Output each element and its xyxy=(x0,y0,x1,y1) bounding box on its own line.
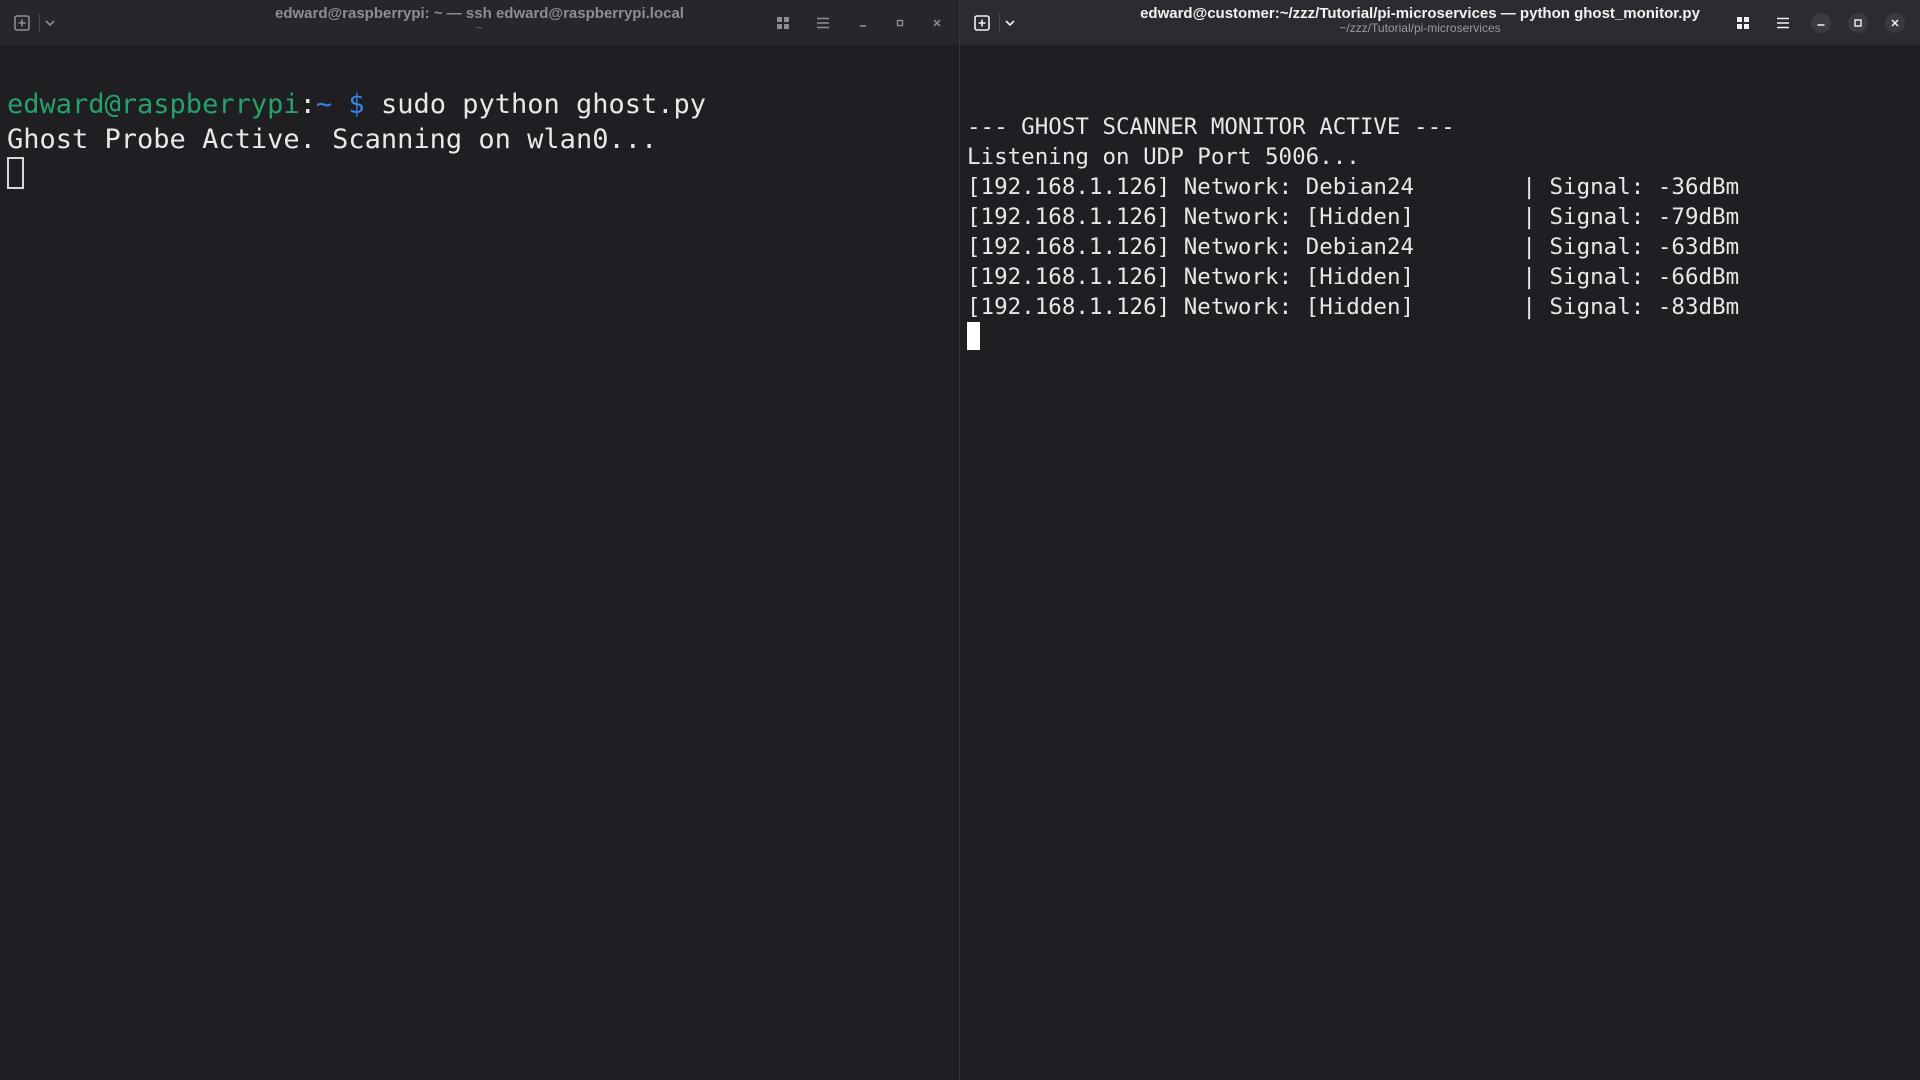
scan-row-signal: | Signal: -83dBm xyxy=(1522,294,1740,320)
output-line: Ghost Probe Active. Scanning on wlan0... xyxy=(7,124,658,155)
scan-row: [192.168.1.126] Network: Debian24 | Sign… xyxy=(967,232,1916,262)
window-title-main: edward@raspberrypi: ~ — ssh edward@raspb… xyxy=(275,5,684,22)
close-icon[interactable] xyxy=(1883,11,1907,35)
monitor-header: --- GHOST SCANNER MONITOR ACTIVE --- xyxy=(967,114,1455,140)
scan-row: [192.168.1.126] Network: Debian24 | Sign… xyxy=(967,172,1916,202)
grid-icon[interactable] xyxy=(771,11,795,35)
window-title-sub: ~/zzz/Tutorial/pi-microservices xyxy=(1339,21,1501,36)
prompt-user: edward@raspberrypi xyxy=(7,89,300,120)
scan-row-network: Network: [Hidden] xyxy=(1183,204,1509,230)
terminal-cursor xyxy=(967,322,980,350)
menu-icon[interactable] xyxy=(811,11,835,35)
scan-row-ip: [192.168.1.126] xyxy=(967,174,1171,200)
maximize-icon[interactable] xyxy=(888,11,912,35)
cursor-line xyxy=(7,157,955,192)
window-title: edward@raspberrypi: ~ — ssh edward@raspb… xyxy=(220,5,739,36)
scan-row-signal: | Signal: -63dBm xyxy=(1522,234,1740,260)
window-title-main: edward@customer:~/zzz/Tutorial/pi-micros… xyxy=(1140,5,1700,22)
prompt-colon: : xyxy=(299,89,316,120)
minimize-icon[interactable] xyxy=(851,11,875,35)
scan-row-network: Network: [Hidden] xyxy=(1183,294,1509,320)
terminal-content[interactable]: edward@raspberrypi:~ $ sudo python ghost… xyxy=(7,52,955,1080)
terminal-cursor xyxy=(7,157,24,189)
scan-row-signal: | Signal: -79dBm xyxy=(1522,204,1740,230)
left-terminal-window[interactable]: edward@raspberrypi: ~ — ssh edward@raspb… xyxy=(0,0,959,1080)
chevron-down-icon[interactable] xyxy=(998,11,1022,35)
maximize-icon[interactable] xyxy=(1846,11,1870,35)
scan-row-ip: [192.168.1.126] xyxy=(967,264,1171,290)
terminal-content[interactable]: --- GHOST SCANNER MONITOR ACTIVE --- List… xyxy=(967,82,1916,1080)
prompt-line: edward@raspberrypi:~ $ sudo python ghost… xyxy=(7,87,955,122)
minimize-icon[interactable] xyxy=(1809,11,1833,35)
scan-row-network: Network: [Hidden] xyxy=(1183,264,1509,290)
prompt-path: ~ xyxy=(315,89,333,120)
scan-row-signal: | Signal: -66dBm xyxy=(1522,264,1740,290)
scan-row: [192.168.1.126] Network: [Hidden] | Sign… xyxy=(967,262,1916,292)
window-title-sub: ~ xyxy=(475,21,483,36)
window-title: edward@customer:~/zzz/Tutorial/pi-micros… xyxy=(1120,5,1720,36)
scan-row: [192.168.1.126] Network: [Hidden] | Sign… xyxy=(967,202,1916,232)
scan-row-network: Network: Debian24 xyxy=(1183,234,1509,260)
close-icon[interactable] xyxy=(925,11,949,35)
prompt-dollar: $ xyxy=(348,89,365,120)
scan-row-network: Network: Debian24 xyxy=(1183,174,1509,200)
chevron-down-icon[interactable] xyxy=(38,11,62,35)
scan-row-signal: | Signal: -36dBm xyxy=(1522,174,1740,200)
new-tab-icon[interactable] xyxy=(10,11,34,35)
scan-row-ip: [192.168.1.126] xyxy=(967,204,1171,230)
scan-row: [192.168.1.126] Network: [Hidden] | Sign… xyxy=(967,292,1916,322)
listening-line: Listening on UDP Port 5006... xyxy=(967,144,1360,170)
left-titlebar[interactable]: edward@raspberrypi: ~ — ssh edward@raspb… xyxy=(0,0,959,45)
new-tab-icon[interactable] xyxy=(970,11,994,35)
right-titlebar[interactable]: edward@customer:~/zzz/Tutorial/pi-micros… xyxy=(960,0,1920,45)
scan-row-ip: [192.168.1.126] xyxy=(967,294,1171,320)
grid-icon[interactable] xyxy=(1731,11,1755,35)
cursor-line xyxy=(967,322,1916,352)
command-text: sudo python ghost.py xyxy=(380,89,707,120)
menu-icon[interactable] xyxy=(1771,11,1795,35)
right-terminal-window[interactable]: edward@customer:~/zzz/Tutorial/pi-micros… xyxy=(960,0,1920,1080)
scan-row-ip: [192.168.1.126] xyxy=(967,234,1171,260)
